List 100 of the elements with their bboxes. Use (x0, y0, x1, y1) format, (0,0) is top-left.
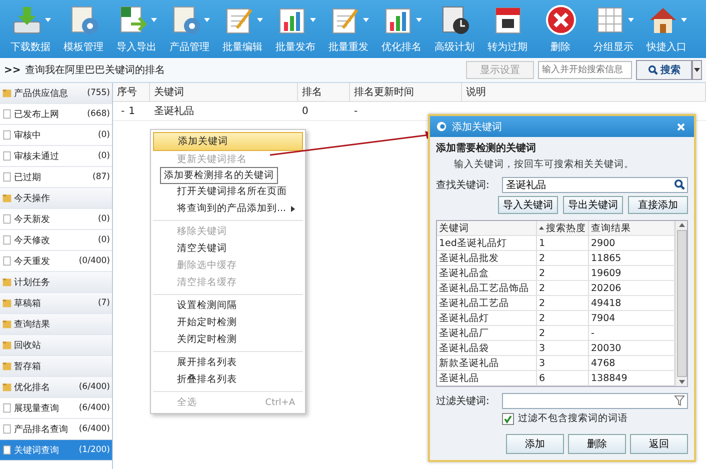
table-cell: 2 (537, 281, 589, 295)
search-icon[interactable] (674, 179, 685, 190)
menu-item[interactable]: 折叠排名列表 (153, 371, 303, 388)
caret-icon (416, 18, 422, 22)
filter-icon[interactable] (674, 395, 685, 406)
caret-icon (256, 18, 262, 22)
table-cell: 2 (537, 311, 589, 325)
scroll-up-icon[interactable] (678, 223, 684, 227)
caret-icon (310, 18, 316, 22)
sidebar-item[interactable]: 计划任务 (0, 272, 112, 293)
sidebar-item[interactable]: 审核未通过 (0) (0, 146, 112, 167)
menu-item[interactable]: 关闭定时检测 (153, 331, 303, 348)
menu-item[interactable]: 开始定时检测 (153, 314, 303, 331)
dialog-title: 添加关键词 (452, 120, 502, 134)
search-field[interactable]: 输入并开始搜索信息 (538, 61, 632, 79)
sidebar-item[interactable]: 展现量查询 (6/400) (0, 398, 112, 419)
menu-item[interactable]: 清空关键词 (153, 240, 303, 257)
table-cell: 2 (537, 266, 589, 280)
table-cell: 2 (537, 251, 589, 265)
column-header[interactable]: 排名更新时间 (350, 83, 462, 101)
sidebar-item[interactable]: 今天修改 (0) (0, 230, 112, 251)
folder-icon (2, 319, 12, 329)
scrollbar-thumb[interactable] (676, 230, 686, 377)
caret-icon (694, 68, 700, 72)
submenu-arrow-icon (291, 206, 295, 212)
search-dropdown-button[interactable] (692, 60, 702, 80)
menu-item[interactable]: 将查询到的产品添加到... (153, 200, 303, 217)
scroll-down-icon[interactable] (678, 380, 684, 384)
column-header[interactable]: 说明 (462, 83, 706, 101)
checkbox-label: 过滤不包含搜索词的词语 (518, 412, 628, 425)
column-header[interactable]: 搜索热度 (537, 221, 589, 235)
column-header[interactable]: 序号 (113, 83, 150, 101)
folder-icon (2, 298, 12, 308)
table-cell: 6 (537, 371, 589, 385)
keyword-search-field[interactable]: 圣诞礼品 (502, 177, 688, 193)
search-icon (648, 65, 658, 75)
sidebar-item[interactable]: 暂存箱 (0, 356, 112, 377)
caret-icon (680, 18, 686, 22)
dialog-button[interactable]: 添加 (506, 434, 564, 454)
page-title: 查询我在阿里巴巴关键词的排名 (24, 64, 165, 77)
caret-icon (44, 18, 50, 22)
sort-up-icon (539, 226, 544, 230)
dialog-hint: 输入关键词，按回车可搜索相关关键词。 (453, 158, 635, 171)
sidebar-item[interactable]: 今天新发 (0) (0, 209, 112, 230)
column-header[interactable]: 排名 (298, 83, 350, 101)
menu-item[interactable]: 展开排名列表 (153, 351, 303, 371)
table-cell-text: - (353, 106, 359, 116)
table-cell: 圣诞礼品厂 (437, 326, 537, 340)
table-cell: 1ed圣诞礼品灯 (437, 236, 537, 250)
table-cell: 新款圣诞礼品 (437, 356, 537, 370)
table-cell: 3 (537, 356, 589, 370)
tooltip: 添加要检测排名的关键词 (160, 167, 278, 184)
dialog-button[interactable]: 导出关键词 (563, 196, 623, 214)
sidebar-item[interactable]: 草稿箱 (7) (0, 293, 112, 314)
table-cell: 1 (537, 236, 589, 250)
table-cell: 圣诞礼品袋 (437, 341, 537, 355)
tree-expander[interactable]: - (121, 106, 125, 116)
dialog-heading: 添加需要检测的关键词 (436, 142, 537, 155)
sidebar-item[interactable]: 回收站 (0, 335, 112, 356)
sidebar-item[interactable]: 审核中 (0) (0, 125, 112, 146)
search-button[interactable]: 搜索 (636, 60, 692, 80)
table-cell: 3 (537, 341, 589, 355)
breadcrumb-marker: >> (4, 64, 21, 76)
table-cell: 圣诞礼品工艺品 (437, 296, 537, 310)
caret-icon (150, 18, 156, 22)
sidebar-item[interactable]: 关键词查询 (1/200) (0, 440, 112, 461)
dialog-button[interactable]: 直接添加 (628, 196, 688, 214)
caret-icon (628, 18, 634, 22)
sidebar-item[interactable]: 产品供应信息 (755) (0, 83, 112, 104)
checkbox[interactable] (502, 412, 514, 424)
sidebar-item[interactable]: 查询结果 (0, 314, 112, 335)
sidebar-item[interactable]: 今天操作 (0, 188, 112, 209)
caret-icon (362, 18, 368, 22)
delete-icon (544, 4, 576, 36)
table-cell: 圣诞礼品盒 (437, 266, 537, 280)
column-header[interactable]: 关键词 (437, 221, 537, 235)
folder-icon (2, 277, 12, 287)
column-header[interactable]: 关键词 (150, 83, 298, 101)
filter-field[interactable] (502, 393, 688, 409)
table-cell: 圣诞礼品工艺品饰品 (437, 281, 537, 295)
scrollbar[interactable] (675, 221, 687, 386)
dialog-button[interactable]: 返回 (630, 434, 688, 454)
menu-item[interactable]: 添加关键词 (153, 132, 303, 151)
document-icon (2, 445, 12, 455)
table-cell: 圣诞礼品灯 (437, 311, 537, 325)
folder-icon (2, 361, 12, 371)
close-icon (677, 122, 685, 130)
folder-icon (2, 193, 12, 203)
sidebar-item[interactable]: 已发布上网 (668) (0, 104, 112, 125)
menu-item[interactable]: 设置检测间隔 (153, 294, 303, 314)
table-cell: 1 (128, 106, 135, 116)
menu-item[interactable]: 打开关键词排名所在页面 (153, 183, 303, 200)
folder-icon (2, 382, 12, 392)
dialog-button[interactable]: 删除 (568, 434, 626, 454)
folder-icon (2, 340, 12, 350)
sidebar-item[interactable]: 优化排名 (6/400) (0, 377, 112, 398)
table-cell: 圣诞礼品 (437, 371, 537, 385)
table-cell: 2 (537, 326, 589, 340)
dialog-button[interactable]: 导入关键词 (498, 196, 558, 214)
field-label: 过滤关键词: (436, 394, 490, 408)
